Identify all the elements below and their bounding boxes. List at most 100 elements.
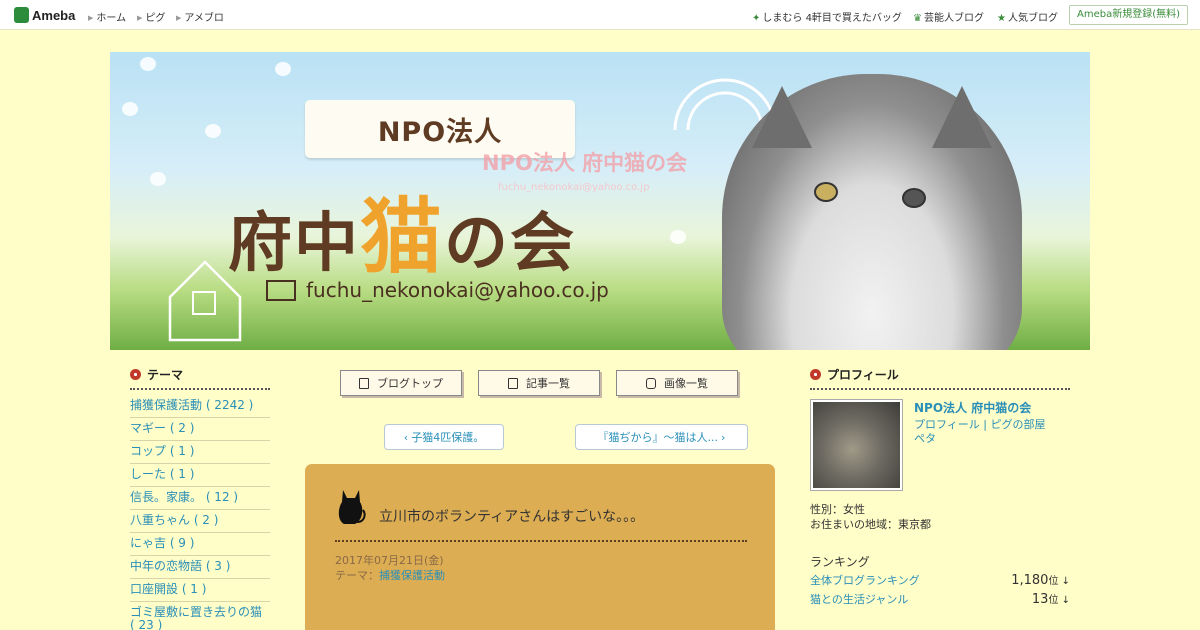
- theme-link[interactable]: 捕獲保護活動 ( 2242 ): [130, 398, 253, 412]
- cat-ear: [752, 86, 812, 148]
- profile-avatar[interactable]: [810, 399, 903, 491]
- theme-heading: テーマ: [130, 366, 270, 390]
- ameba-logo[interactable]: Ameba: [14, 7, 75, 23]
- blog-header-banner[interactable]: NPO法人 府中猫の会 fuchu_nekonokai@yahoo.co.jp …: [110, 52, 1090, 350]
- tab-blog-top-label: ブログトップ: [377, 377, 443, 390]
- cat-eye: [902, 188, 926, 208]
- ranking-row: 全体ブログランキング 1,180位 ↓: [810, 572, 1070, 588]
- register-button[interactable]: Ameba新規登録(無料): [1068, 5, 1188, 25]
- triangle-right-icon: ▶: [137, 14, 143, 22]
- title-part-neko: 猫: [360, 190, 445, 285]
- paw-print-decoration: [670, 230, 686, 244]
- list-item: 八重ちゃん ( 2 ): [130, 510, 270, 533]
- profile-heading-label: プロフィール: [827, 368, 899, 382]
- cat-ear: [932, 86, 992, 148]
- pigg-room-link[interactable]: ピグの部屋: [990, 418, 1045, 431]
- cat-photo: [722, 74, 1022, 350]
- paw-print-decoration: [205, 124, 221, 138]
- list-item: にゃ吉 ( 9 ): [130, 533, 270, 556]
- theme-link[interactable]: 口座開設 ( 1 ): [130, 582, 206, 596]
- article-meta: 2017年07月21日(金) テーマ：捕獲保護活動: [335, 553, 445, 583]
- ranking-number: 13: [1031, 592, 1049, 607]
- theme-heading-label: テーマ: [147, 368, 184, 382]
- theme-link[interactable]: コップ ( 1 ): [130, 444, 194, 458]
- next-post-button[interactable]: 『猫ぢから』〜猫は人... ›: [575, 424, 748, 450]
- ameba-logo-icon: [14, 7, 29, 23]
- ranking-row: 猫との生活ジャンル 13位 ↓: [810, 591, 1070, 607]
- tab-article-list-label: 記事一覧: [526, 377, 570, 390]
- profile-name[interactable]: NPO法人 府中猫の会: [914, 399, 1031, 416]
- theme-link[interactable]: しーた ( 1 ): [130, 467, 194, 481]
- star-icon: ★: [997, 13, 1006, 24]
- cat-avatar-photo: [813, 402, 900, 488]
- tab-image-list[interactable]: 画像一覧: [616, 370, 738, 396]
- theme-sidebar: テーマ 捕獲保護活動 ( 2242 ) マギー ( 2 ) コップ ( 1 ) …: [130, 366, 270, 630]
- popular-blog-label: 人気ブログ: [1007, 13, 1058, 24]
- trending-link-1[interactable]: ✦ しまむら 4軒目で買えたバッグ: [752, 9, 902, 24]
- prev-post-button[interactable]: ‹ 子猫4匹保護。: [384, 424, 504, 450]
- nav-pigg[interactable]: ▶ ピグ: [137, 9, 165, 24]
- tab-image-list-label: 画像一覧: [664, 377, 708, 390]
- nav-ameblo-label: アメブロ: [184, 13, 224, 24]
- profile-link[interactable]: プロフィール: [914, 418, 980, 431]
- profile-area: お住まいの地域：東京都: [810, 518, 931, 531]
- list-item: 口座開設 ( 1 ): [130, 579, 270, 602]
- nav-ameblo[interactable]: ▶ アメブロ: [176, 9, 224, 24]
- ameba-logo-text: Ameba: [32, 7, 76, 23]
- list-item: 捕獲保護活動 ( 2242 ): [130, 395, 270, 418]
- ameba-global-header: Ameba ▶ ホーム ▶ ピグ ▶ アメブロ ✦ しまむら 4軒目で買えたバッグ ♛ 芸…: [0, 0, 1200, 30]
- theme-link[interactable]: 中年の恋物語 ( 3 ): [130, 559, 230, 573]
- profile-sex: 性別：女性: [810, 503, 865, 516]
- paw-print-decoration: [122, 102, 138, 116]
- theme-link[interactable]: にゃ吉 ( 9 ): [130, 536, 194, 550]
- sparkle-icon: ✦: [752, 13, 761, 24]
- paw-print-decoration: [150, 172, 166, 186]
- blog-title-link[interactable]: NPO法人 府中猫の会: [482, 147, 687, 177]
- section-bullet-icon: [130, 369, 141, 380]
- article-title[interactable]: 立川市のボランティアさんはすごいな。。。: [379, 506, 644, 526]
- chevron-right-icon: ›: [721, 430, 726, 444]
- article-title-row: 立川市のボランティアさんはすごいな。。。: [335, 486, 747, 542]
- arrow-down-icon: ↓: [1058, 595, 1070, 606]
- article-date: 2017年07月21日(金): [335, 554, 444, 567]
- theme-link[interactable]: 八重ちゃん ( 2 ): [130, 513, 218, 527]
- genre-ranking-link[interactable]: 猫との生活ジャンル: [810, 593, 908, 606]
- section-bullet-icon: [810, 369, 821, 380]
- paw-print-decoration: [140, 57, 156, 71]
- banner-email: fuchu_nekonokai@yahoo.co.jp: [266, 278, 609, 302]
- trending-link-1-label: しまむら 4軒目で買えたバッグ: [762, 13, 902, 24]
- ranking-unit: 位: [1048, 595, 1059, 606]
- triangle-right-icon: ▶: [88, 14, 94, 22]
- crown-icon: ♛: [913, 13, 922, 24]
- triangle-right-icon: ▶: [176, 14, 182, 22]
- list-item: マギー ( 2 ): [130, 418, 270, 441]
- celebrity-blog-link[interactable]: ♛ 芸能人ブログ: [913, 9, 984, 24]
- popular-blog-link[interactable]: ★ 人気ブログ: [997, 9, 1058, 24]
- banner-email-text: fuchu_nekonokai@yahoo.co.jp: [306, 278, 609, 302]
- list-item: ゴミ屋敷に置き去りの猫 ( 23 ): [130, 602, 270, 630]
- black-cat-icon: [338, 490, 366, 524]
- copy-icon: [508, 377, 518, 389]
- article-theme-link[interactable]: 捕獲保護活動: [379, 569, 445, 582]
- tab-blog-top[interactable]: ブログトップ: [340, 370, 462, 396]
- theme-link[interactable]: ゴミ屋敷に置き去りの猫 ( 23 ): [130, 605, 262, 630]
- overall-ranking-link[interactable]: 全体ブログランキング: [810, 574, 920, 587]
- peta-link[interactable]: ペタ: [914, 432, 936, 445]
- tab-article-list[interactable]: 記事一覧: [478, 370, 600, 396]
- theme-link[interactable]: 信長。家康。 ( 12 ): [130, 490, 238, 504]
- list-item: 中年の恋物語 ( 3 ): [130, 556, 270, 579]
- camera-icon: [646, 377, 656, 389]
- ranking-heading: ランキング: [810, 555, 870, 569]
- title-part-fuchu: 府中: [228, 207, 360, 281]
- mail-icon: [266, 279, 296, 301]
- nav-pigg-label: ピグ: [145, 13, 166, 24]
- theme-link[interactable]: マギー ( 2 ): [130, 421, 194, 435]
- article-theme-label: テーマ：: [335, 569, 379, 582]
- nav-home[interactable]: ▶ ホーム: [88, 9, 126, 24]
- paw-print-decoration: [275, 62, 291, 76]
- ranking-value: 1,180位 ↓: [1011, 572, 1070, 588]
- next-post-label: 『猫ぢから』〜猫は人...: [597, 431, 719, 444]
- celebrity-blog-label: 芸能人ブログ: [923, 13, 984, 24]
- separator: |: [979, 418, 991, 431]
- arrow-down-icon: ↓: [1058, 576, 1070, 587]
